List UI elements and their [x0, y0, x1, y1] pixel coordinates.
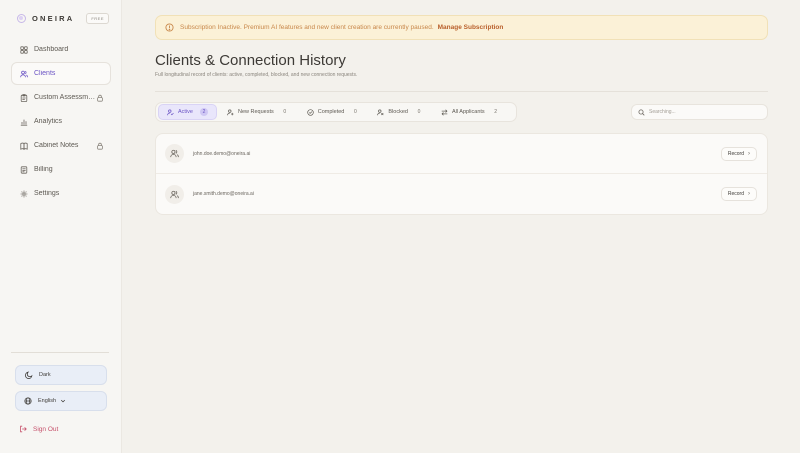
- language-select[interactable]: English: [15, 391, 107, 411]
- check-circle-icon: [307, 108, 314, 116]
- avatar: [165, 184, 184, 204]
- client-email: jane.smith.demo@oneira.ai: [193, 191, 254, 197]
- globe-icon: [24, 397, 32, 405]
- title-divider: [155, 91, 768, 92]
- tab-label: Completed: [317, 109, 345, 115]
- lock-icon: [97, 142, 103, 150]
- sidebar-item-clients[interactable]: Clients: [11, 62, 111, 85]
- user-x-icon: [377, 108, 384, 115]
- sidebar-item-cabinet-notes[interactable]: Cabinet Notes: [11, 134, 111, 157]
- sidebar-item-label: Cabinet Notes: [34, 142, 79, 149]
- search-icon: [638, 109, 645, 116]
- table-row[interactable]: john.doe.demo@oneira.ai Record ›: [156, 134, 767, 174]
- swap-icon: [441, 108, 448, 116]
- sidebar-item-label: Custom Assessm…: [34, 94, 96, 101]
- gear-icon: [20, 190, 28, 198]
- book-icon: [20, 142, 28, 150]
- credit-card-icon: [20, 165, 28, 174]
- tab-label: New Requests: [237, 109, 274, 115]
- chevron-down-icon: [60, 399, 66, 403]
- sidebar-item-label: Billing: [34, 166, 53, 173]
- user-check-icon: [167, 108, 174, 115]
- sidebar: ONEIRA FREE Dashboard Clients Custom Ass…: [0, 0, 122, 453]
- grid-icon: [20, 45, 28, 54]
- warning-icon: [165, 23, 174, 32]
- page-title: Clients & Connection History: [155, 52, 346, 69]
- theme-toggle-button[interactable]: Dark: [15, 365, 107, 385]
- tab-active[interactable]: Active 2: [158, 104, 217, 120]
- tab-label: Blocked: [388, 109, 408, 115]
- table-row[interactable]: jane.smith.demo@oneira.ai Record ›: [156, 174, 767, 214]
- sidebar-item-label: Settings: [34, 190, 60, 197]
- record-button[interactable]: Record ›: [720, 187, 757, 201]
- logout-icon: [20, 425, 27, 433]
- theme-label: Dark: [39, 372, 51, 378]
- tab-completed[interactable]: Completed 0: [299, 104, 368, 120]
- sidebar-item-custom-assessments[interactable]: Custom Assessm…: [11, 86, 111, 109]
- tab-count: 2: [199, 108, 208, 116]
- tab-all-applicants[interactable]: All Applicants 2: [433, 104, 508, 120]
- sidebar-divider: [11, 352, 109, 353]
- brand-name: ONEIRA: [32, 13, 75, 23]
- sidebar-item-billing[interactable]: Billing: [11, 158, 111, 181]
- users-icon: [20, 70, 28, 78]
- avatar: [165, 144, 184, 163]
- search-box[interactable]: [631, 104, 768, 120]
- brand[interactable]: ONEIRA FREE: [17, 11, 109, 25]
- sidebar-item-settings[interactable]: Settings: [11, 182, 111, 205]
- tab-blocked[interactable]: Blocked 0: [369, 104, 431, 120]
- tab-label: Active: [178, 109, 193, 115]
- tab-new-requests[interactable]: New Requests 0: [219, 104, 297, 120]
- record-label: Record: [727, 151, 744, 157]
- sidebar-nav: Dashboard Clients Custom Assessm… Analyt…: [11, 38, 111, 206]
- sidebar-item-label: Analytics: [34, 118, 63, 125]
- sidebar-item-analytics[interactable]: Analytics: [11, 110, 111, 133]
- users-icon: [170, 190, 179, 198]
- sign-out-button[interactable]: Sign Out: [19, 425, 58, 433]
- client-email: john.doe.demo@oneira.ai: [193, 150, 251, 157]
- record-button[interactable]: Record ›: [720, 147, 757, 161]
- sidebar-item-label: Clients: [34, 70, 56, 77]
- users-icon: [170, 149, 179, 158]
- user-plus-icon: [227, 108, 234, 115]
- logo-icon: [17, 13, 26, 23]
- subscription-banner: Subscription Inactive. Premium AI featur…: [155, 15, 768, 40]
- bar-chart-icon: [20, 118, 28, 126]
- moon-icon: [25, 371, 33, 379]
- client-status-tabs: Active 2 New Requests 0 Completed 0 Bloc…: [155, 102, 517, 122]
- tab-count: 2: [494, 109, 498, 115]
- chevron-right-icon: ›: [748, 191, 750, 197]
- client-list: john.doe.demo@oneira.ai Record › jane.sm…: [155, 133, 768, 215]
- tab-label: All Applicants: [451, 109, 485, 115]
- chevron-right-icon: ›: [748, 151, 750, 157]
- sidebar-item-label: Dashboard: [34, 46, 69, 53]
- manage-subscription-link[interactable]: Manage Subscription: [438, 24, 504, 31]
- plan-badge: FREE: [86, 12, 109, 24]
- record-label: Record: [727, 191, 744, 197]
- banner-text: Subscription Inactive. Premium AI featur…: [180, 24, 434, 31]
- tab-count: 0: [417, 109, 421, 115]
- tab-count: 0: [353, 109, 357, 115]
- clipboard-icon: [20, 93, 28, 102]
- tab-count: 0: [283, 109, 287, 115]
- search-input[interactable]: [649, 109, 759, 115]
- sidebar-item-dashboard[interactable]: Dashboard: [11, 38, 111, 61]
- sign-out-label: Sign Out: [33, 425, 59, 433]
- page-subtitle: Full longitudinal record of clients: act…: [155, 72, 358, 78]
- language-label: English: [38, 398, 57, 404]
- lock-icon: [97, 94, 103, 102]
